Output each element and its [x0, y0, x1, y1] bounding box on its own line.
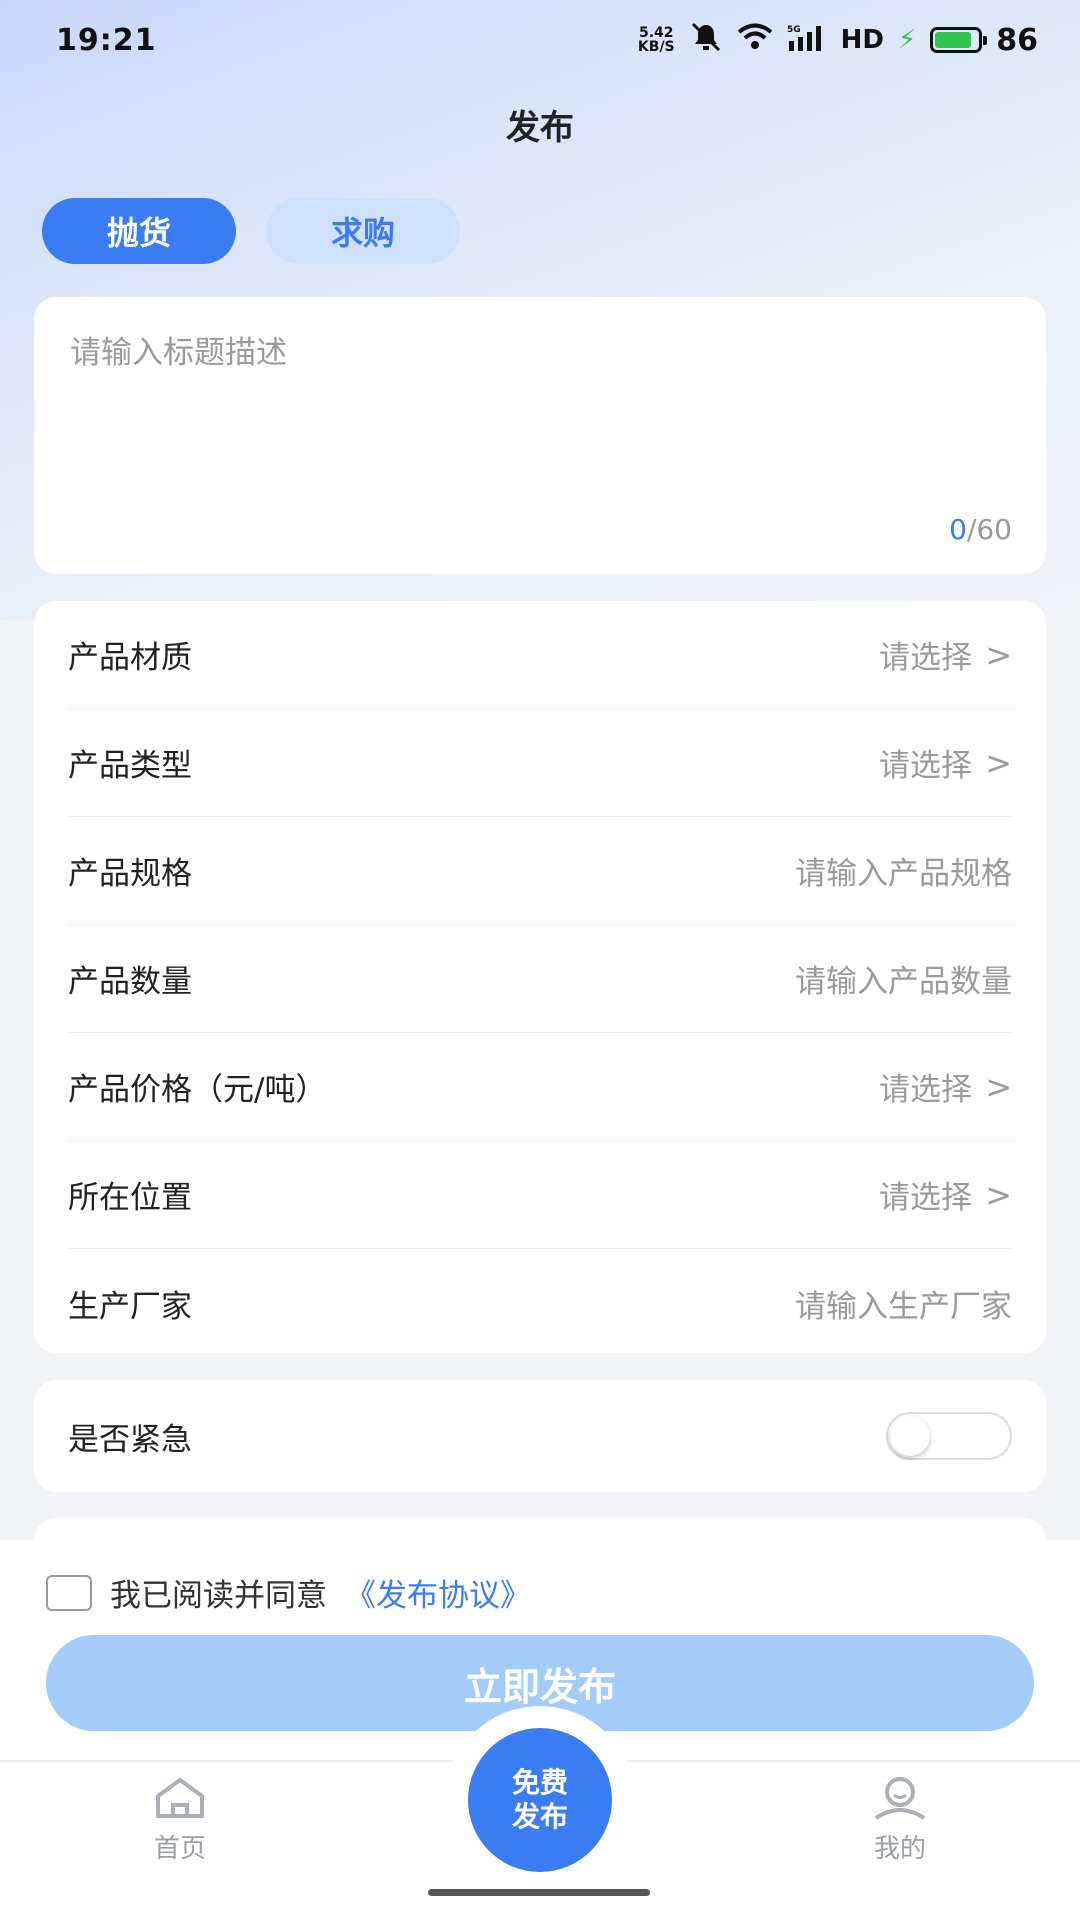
toggle-knob	[890, 1416, 930, 1456]
tabbar-home-label: 首页	[153, 1834, 206, 1864]
form-row-material[interactable]: 产品材质 请选择 >	[68, 601, 1012, 709]
row-value: 请选择	[879, 640, 972, 676]
user-icon	[874, 1777, 926, 1820]
row-label: 产品价格（元/吨）	[68, 1072, 327, 1108]
form-row-spec: 产品规格 请输入产品规格	[68, 817, 1012, 925]
tabbar-mine[interactable]: 我的	[820, 1776, 980, 1865]
cellular-signal-icon: 5G	[787, 23, 827, 58]
tab-sell[interactable]: 抛货	[42, 198, 236, 264]
free-publish-line1: 免费	[511, 1766, 568, 1799]
network-speed: 5.42 KB/S	[638, 26, 675, 54]
title-description-input[interactable]: 请输入标题描述 0/60	[34, 297, 1046, 574]
spec-input[interactable]: 请输入产品规格	[795, 848, 1012, 893]
form-row-manufacturer: 生产厂家 请输入生产厂家	[68, 1249, 1012, 1357]
publish-type-tabs: 抛货 求购	[42, 198, 460, 264]
wifi-icon	[737, 23, 773, 58]
row-label: 所在位置	[68, 1180, 192, 1216]
hd-indicator: HD	[840, 25, 884, 55]
battery-icon	[930, 27, 988, 53]
chevron-right-icon: >	[985, 1175, 1012, 1214]
agreement-checkbox[interactable]	[46, 1574, 92, 1611]
tabbar-mine-label: 我的	[873, 1834, 926, 1864]
form-row-location[interactable]: 所在位置 请选择 >	[68, 1141, 1012, 1249]
urgent-card: 是否紧急	[34, 1380, 1046, 1492]
product-form: 产品材质 请选择 > 产品类型 请选择 > 产品规格 请输入产品规格 产品数量 请输…	[34, 601, 1046, 1353]
home-icon	[156, 1778, 204, 1818]
row-value: 请选择	[879, 1072, 972, 1108]
form-row-price[interactable]: 产品价格（元/吨） 请选择 >	[68, 1033, 1012, 1141]
urgent-label: 是否紧急	[68, 1421, 192, 1458]
home-indicator[interactable]	[428, 1889, 650, 1896]
network-speed-unit: KB/S	[637, 39, 675, 55]
row-label: 生产厂家	[68, 1288, 192, 1325]
row-label: 产品材质	[68, 640, 192, 676]
chevron-right-icon: >	[985, 743, 1012, 782]
row-label: 产品规格	[68, 856, 192, 892]
tab-buy[interactable]: 求购	[266, 198, 460, 264]
row-value: 请选择	[879, 1180, 972, 1216]
title-input-placeholder: 请输入标题描述	[70, 335, 287, 371]
tabbar-home[interactable]: 首页	[100, 1776, 260, 1865]
row-value: 请选择	[879, 748, 972, 784]
character-counter: 0/60	[949, 513, 1012, 546]
row-label: 产品数量	[68, 964, 192, 1000]
free-publish-line2: 发布	[511, 1800, 568, 1833]
agreement-row: 我已阅读并同意 《发布协议》	[46, 1570, 531, 1615]
manufacturer-input[interactable]: 请输入生产厂家	[795, 1281, 1012, 1326]
mute-icon	[689, 22, 723, 59]
battery-level: 86	[996, 22, 1038, 58]
free-publish-button[interactable]: 免费 发布	[468, 1728, 612, 1872]
agreement-link[interactable]: 《发布协议》	[345, 1570, 531, 1615]
form-row-type[interactable]: 产品类型 请选择 >	[68, 709, 1012, 817]
agreement-text: 我已阅读并同意	[110, 1578, 327, 1614]
counter-max: /60	[966, 513, 1012, 546]
chevron-right-icon: >	[985, 635, 1012, 674]
status-bar: 19:21 5.42 KB/S 5G HD ⚡ 86	[0, 0, 1080, 80]
status-time: 19:21	[56, 22, 157, 58]
chevron-right-icon: >	[985, 1067, 1012, 1106]
quantity-input[interactable]: 请输入产品数量	[795, 956, 1012, 1001]
status-icons: 5.42 KB/S 5G HD ⚡ 86	[638, 22, 1038, 59]
page-title: 发布	[506, 108, 574, 148]
network-type-label: 5G	[787, 25, 801, 35]
row-label: 产品类型	[68, 748, 192, 784]
urgent-toggle[interactable]	[886, 1412, 1012, 1460]
form-row-quantity: 产品数量 请输入产品数量	[68, 925, 1012, 1033]
charging-icon: ⚡	[897, 25, 917, 55]
network-speed-value: 5.42	[639, 25, 674, 41]
counter-current: 0	[949, 513, 967, 546]
